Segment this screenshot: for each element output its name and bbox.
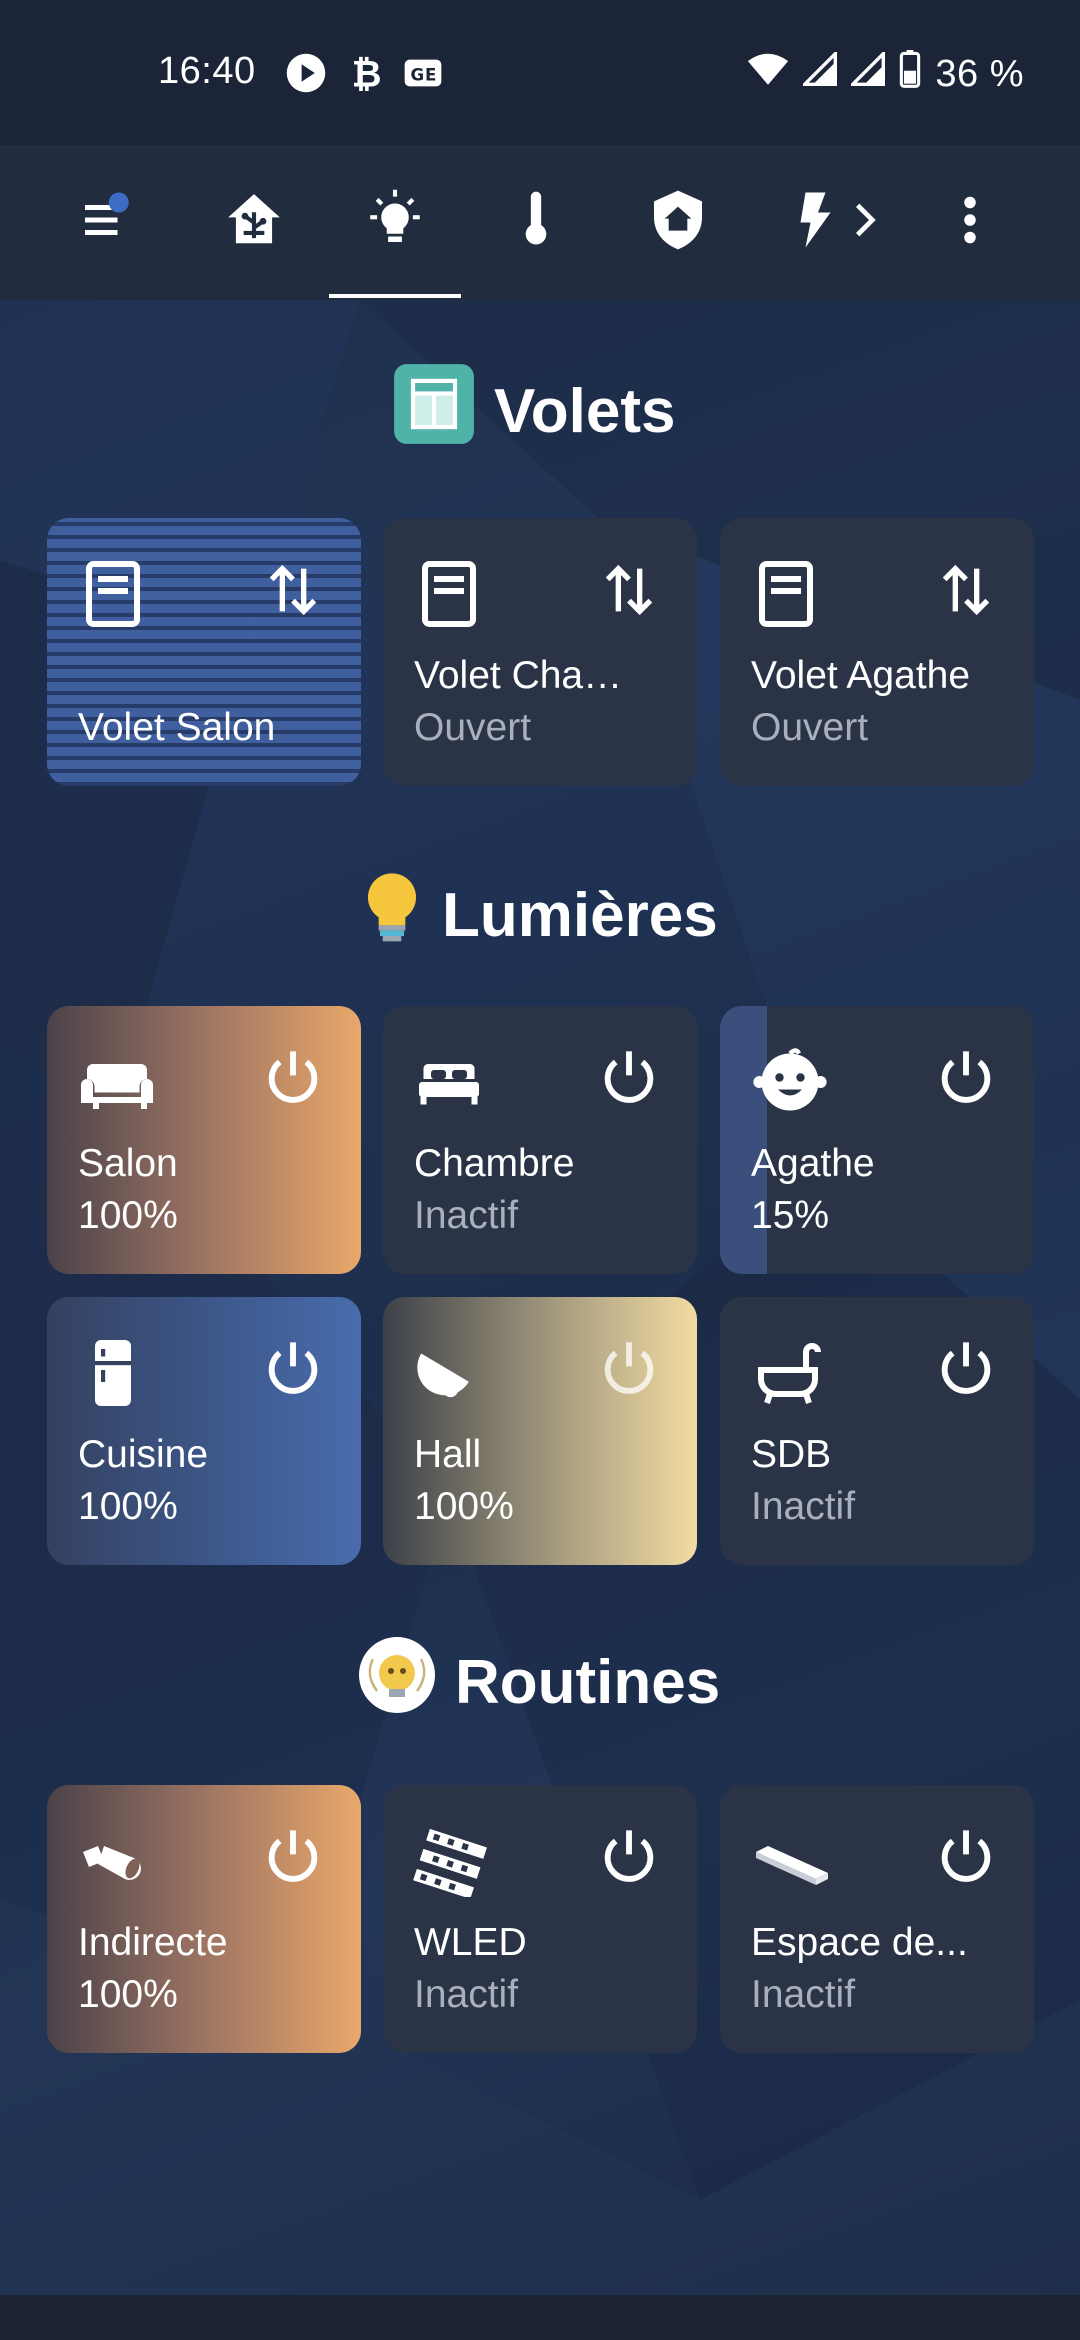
section-title-routines: Routines [357, 1635, 720, 1730]
status-time: 16:40 [158, 50, 256, 92]
power-icon[interactable] [934, 1046, 998, 1110]
card-state: Inactif [414, 1194, 519, 1237]
light-chambre-card[interactable]: Chambre Inactif [383, 1006, 697, 1274]
svg-text:GE: GE [411, 66, 438, 85]
section-title-lumieres: Lumières [360, 870, 718, 961]
tab-home[interactable] [204, 145, 304, 300]
window-shutter-icon [77, 558, 149, 630]
menu-button[interactable] [60, 145, 160, 300]
light-agathe-card[interactable]: Agathe 15% [720, 1006, 1034, 1274]
card-name: Volet Agathe [751, 654, 971, 697]
card-name: Agathe [751, 1142, 875, 1185]
section-title-text: Lumières [442, 881, 718, 950]
bed-icon [413, 1046, 485, 1118]
power-icon[interactable] [934, 1825, 998, 1889]
section-title-text: Volets [494, 377, 676, 446]
card-state: Ouvert [751, 706, 869, 749]
power-icon[interactable] [261, 1337, 325, 1401]
battery-icon [899, 50, 921, 98]
card-state: Inactif [751, 1973, 856, 2016]
card-state: 100% [78, 1485, 178, 1528]
card-state: Ouvert [414, 706, 532, 749]
play-icon [285, 52, 327, 104]
volet-salon-card[interactable]: Volet Salon [47, 518, 361, 786]
flash-icon [783, 189, 843, 256]
status-bar: 16:40 ₿ GE 36 % [0, 0, 1080, 145]
up-down-arrows-icon[interactable] [597, 558, 661, 622]
tab-climate[interactable] [486, 145, 586, 300]
up-down-arrows-icon[interactable] [261, 558, 325, 622]
window-shutter-icon [750, 558, 822, 630]
card-name: Volet Chambre [414, 654, 639, 697]
robot-lightbulb-icon [357, 1635, 437, 1730]
svg-text:₿: ₿ [352, 52, 383, 94]
shield-home-icon [646, 188, 710, 257]
card-name: Salon [78, 1142, 178, 1185]
sofa-icon [77, 1046, 153, 1118]
volet-agathe-card[interactable]: Volet Agathe Ouvert [720, 518, 1034, 786]
routine-wled-card[interactable]: WLED Inactif [383, 1785, 697, 2053]
power-icon[interactable] [597, 1337, 661, 1401]
chevron-right-icon [843, 195, 887, 250]
window-shutter-badge-icon [392, 362, 476, 461]
power-icon[interactable] [261, 1825, 325, 1889]
view-tabs-toolbar [0, 145, 1080, 300]
card-state: 15% [751, 1194, 830, 1237]
tab-security[interactable] [628, 145, 728, 300]
card-state: 100% [78, 1973, 178, 2016]
lightbulb-icon [362, 187, 428, 258]
card-name: Cuisine [78, 1433, 209, 1476]
power-icon[interactable] [597, 1825, 661, 1889]
tab-lights[interactable] [345, 145, 445, 300]
card-name: WLED [414, 1921, 527, 1964]
card-name: Hall [414, 1433, 482, 1476]
card-name: Chambre [414, 1142, 575, 1185]
led-strip-icon [413, 1825, 487, 1899]
home-network-icon [223, 189, 285, 256]
power-icon[interactable] [934, 1337, 998, 1401]
menu-icon [80, 190, 140, 255]
card-name: Indirecte [78, 1921, 228, 1964]
wifi-icon [747, 51, 789, 97]
card-name: Espace de... [751, 1921, 968, 1964]
power-icon[interactable] [261, 1046, 325, 1110]
spotlight-icon [77, 1825, 149, 1897]
power-icon[interactable] [597, 1046, 661, 1110]
section-title-volets: Volets [392, 362, 675, 461]
routine-indirecte-card[interactable]: Indirecte 100% [47, 1785, 361, 2053]
signal-icon [848, 49, 886, 96]
card-state: Inactif [414, 1973, 519, 2016]
up-down-arrows-icon[interactable] [934, 558, 998, 622]
fridge-icon [77, 1337, 149, 1409]
bathtub-icon [750, 1337, 822, 1409]
light-bar-icon [750, 1825, 828, 1897]
ge-icon: GE [403, 56, 443, 100]
light-hall-card[interactable]: Hall 100% [383, 1297, 697, 1565]
system-navigation-bar [0, 2295, 1080, 2340]
battery-percentage: 36 % [935, 52, 1024, 95]
tab-energy[interactable] [770, 145, 900, 300]
card-state: 100% [78, 1194, 178, 1237]
thermometer-icon [505, 189, 567, 256]
ceiling-light-icon [413, 1337, 485, 1409]
light-salon-card[interactable]: Salon 100% [47, 1006, 361, 1274]
baby-face-icon [750, 1046, 827, 1118]
volet-chambre-card[interactable]: Volet Chambre Ouvert [383, 518, 697, 786]
lightbulb-emoji-icon [360, 870, 424, 961]
routine-espace-card[interactable]: Espace de... Inactif [720, 1785, 1034, 2053]
light-cuisine-card[interactable]: Cuisine 100% [47, 1297, 361, 1565]
signal-icon [800, 49, 838, 96]
light-sdb-card[interactable]: SDB Inactif [720, 1297, 1034, 1565]
window-shutter-icon [413, 558, 485, 630]
card-name: Volet Salon [78, 706, 276, 749]
overflow-menu-button[interactable] [930, 145, 1010, 300]
more-vert-icon [950, 190, 990, 255]
active-tab-indicator [329, 294, 461, 298]
card-state: 100% [414, 1485, 514, 1528]
card-name: SDB [751, 1433, 832, 1476]
card-state: Inactif [751, 1485, 856, 1528]
section-title-text: Routines [455, 1648, 721, 1717]
bitcoin-icon: ₿ [345, 52, 385, 104]
